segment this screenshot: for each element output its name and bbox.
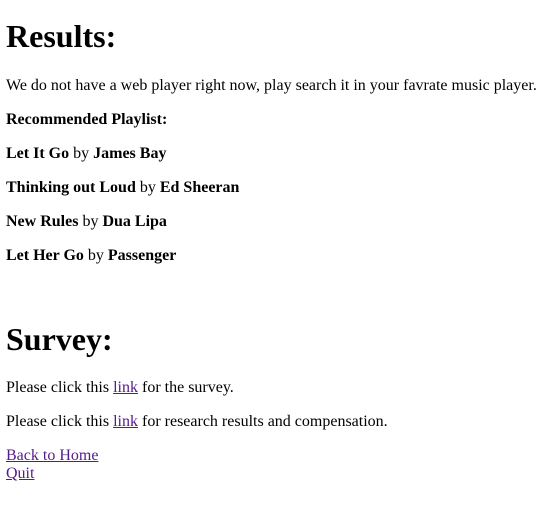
results-heading: Results: [6,18,117,54]
by-text: by [82,213,99,230]
song-artist: Ed Sheeran [159,179,240,196]
research-line-suffix: for research results and compensation. [141,413,388,430]
playlist-heading: Recommended Playlist: [6,111,167,129]
by-text: by [87,247,104,264]
web-player-notice: We do not have a web player right now, p… [6,77,537,94]
nav-back: Back to Home [6,447,98,465]
survey-heading: Survey: [6,321,113,357]
research-line: Please click this link for research resu… [6,413,388,431]
song-artist: Passenger [107,247,177,264]
survey-line-suffix: for the survey. [141,379,234,396]
by-text: by [73,145,90,162]
research-line-prefix: Please click this [6,413,110,430]
song-item: Let It Go by James Bay [6,145,166,163]
song-title: Let It Go [6,145,70,162]
song-item: Let Her Go by Passenger [6,247,176,265]
song-artist: Dua Lipa [102,213,167,230]
song-item: Thinking out Loud by Ed Sheeran [6,179,239,197]
song-title: New Rules [6,213,79,230]
survey-link[interactable]: link [113,379,138,396]
quit-link[interactable]: Quit [6,465,34,482]
results-page: Results: We do not have a web player rig… [0,0,550,512]
survey-line: Please click this link for the survey. [6,379,234,397]
back-to-home-link[interactable]: Back to Home [6,447,98,464]
song-artist: James Bay [93,145,167,162]
research-results-link[interactable]: link [113,413,138,430]
nav-quit: Quit [6,465,34,483]
playlist-heading-label: Recommended Playlist: [6,111,168,128]
song-item: New Rules by Dua Lipa [6,213,167,231]
by-text: by [139,179,156,196]
song-title: Let Her Go [6,247,84,264]
song-title: Thinking out Loud [6,179,136,196]
survey-line-prefix: Please click this [6,379,110,396]
